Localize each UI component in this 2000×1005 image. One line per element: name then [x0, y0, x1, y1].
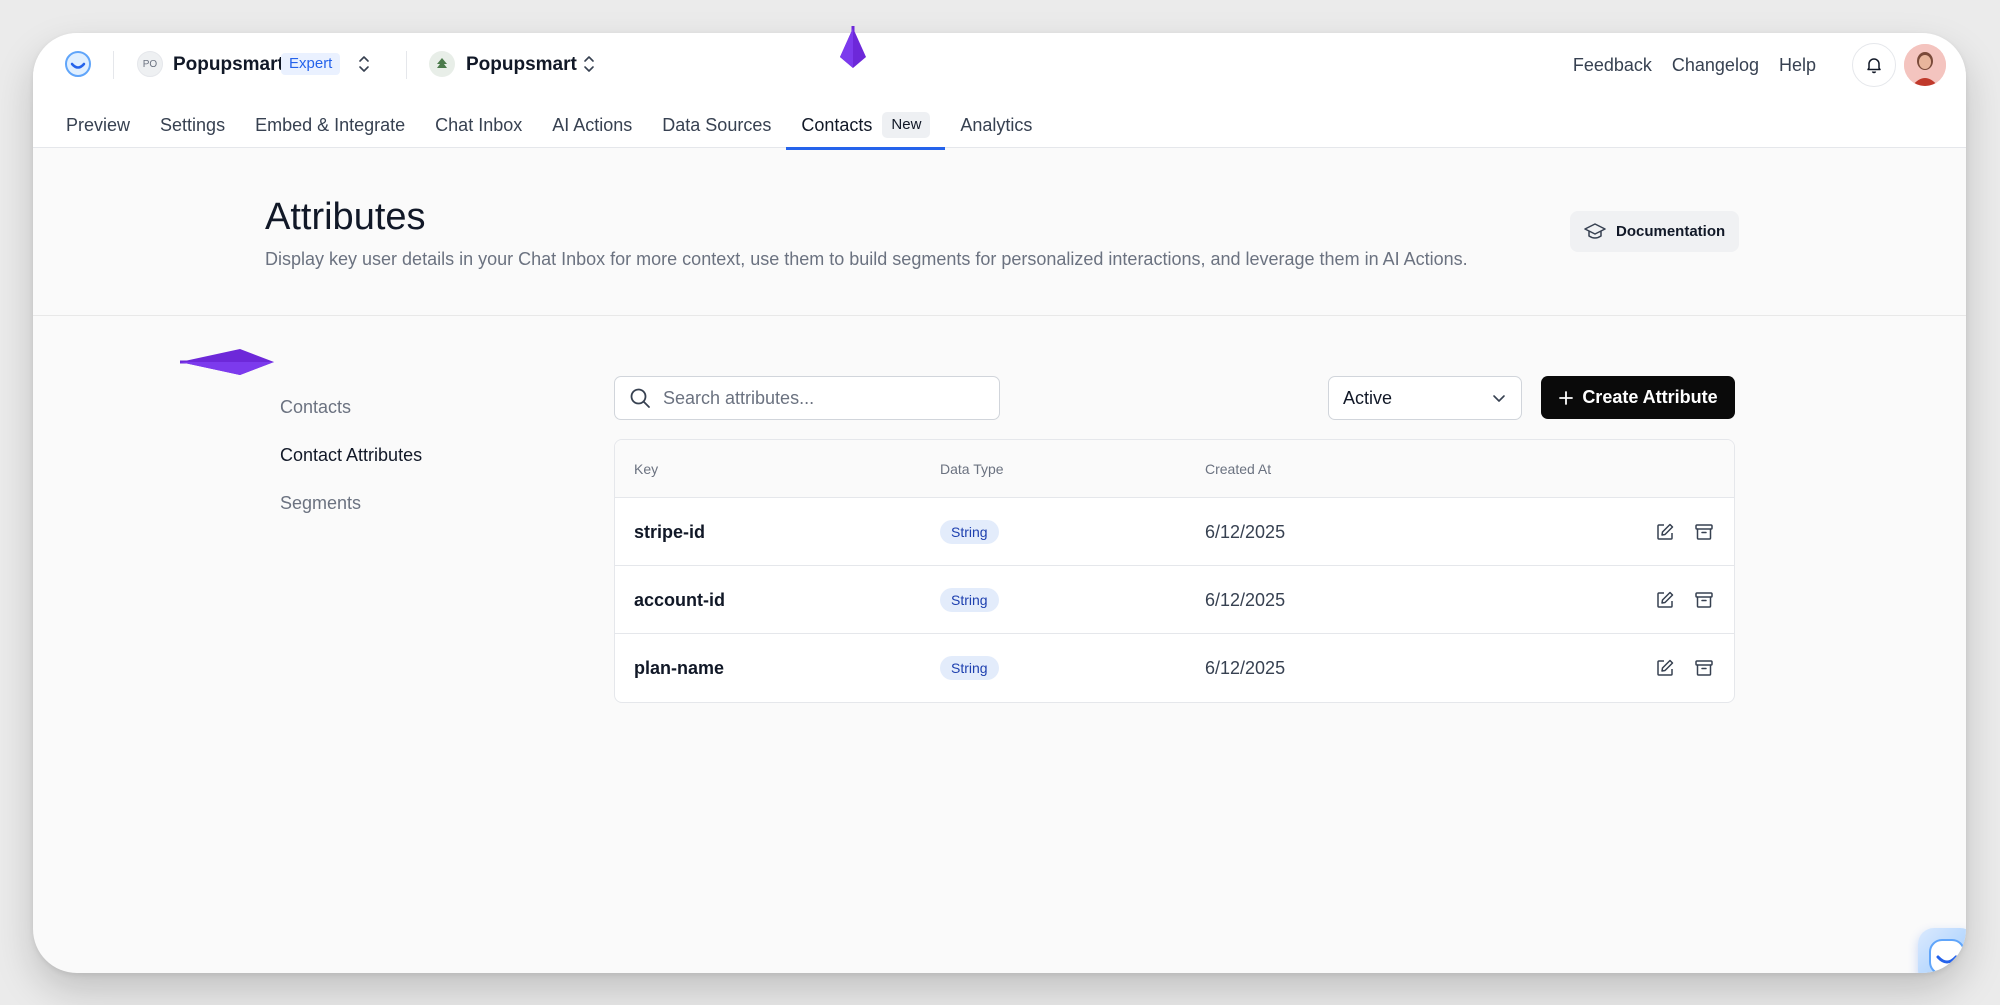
app-window: PO Popupsmart Expert Popupsmart Feedback…	[33, 33, 1966, 973]
tab-analytics[interactable]: Analytics	[945, 101, 1047, 148]
status-filter-select[interactable]: Active	[1328, 376, 1522, 420]
help-link[interactable]: Help	[1779, 51, 1816, 79]
tab-label: Embed & Integrate	[255, 114, 406, 135]
project-name[interactable]: Popupsmart	[466, 52, 577, 78]
created-at: 6/12/2025	[1205, 522, 1286, 542]
table-row: stripe-id String 6/12/2025	[615, 498, 1734, 566]
archive-icon[interactable]	[1694, 658, 1714, 678]
top-header: PO Popupsmart Expert Popupsmart Feedback…	[33, 33, 1966, 150]
create-attribute-label: Create Attribute	[1582, 387, 1718, 407]
search-input[interactable]	[663, 387, 983, 409]
table-row: account-id String 6/12/2025	[615, 566, 1734, 634]
attributes-table: Key Data Type Created At stripe-id Strin…	[614, 439, 1735, 703]
status-filter-value: Active	[1343, 387, 1393, 408]
data-type-badge: String	[940, 520, 999, 544]
documentation-button[interactable]: Documentation	[1570, 211, 1740, 252]
graduation-cap-icon	[1584, 222, 1606, 239]
notifications-button[interactable]	[1852, 43, 1896, 87]
feedback-link[interactable]: Feedback	[1573, 51, 1652, 79]
data-type-badge: String	[940, 656, 999, 680]
search-box	[614, 376, 1000, 420]
side-nav: Contacts Contact Attributes Segments	[280, 383, 422, 527]
workspace-avatar[interactable]: PO	[137, 51, 163, 77]
documentation-label: Documentation	[1616, 223, 1726, 240]
chevron-down-icon	[1493, 395, 1505, 402]
edit-icon[interactable]	[1655, 590, 1675, 610]
new-badge: New	[882, 111, 931, 138]
user-avatar[interactable]	[1904, 44, 1946, 86]
header-divider	[113, 51, 114, 79]
side-item-contacts[interactable]: Contacts	[280, 383, 422, 431]
changelog-link[interactable]: Changelog	[1672, 51, 1759, 79]
page-description: Display key user details in your Chat In…	[265, 249, 1468, 269]
user-photo	[1904, 44, 1946, 86]
chat-widget-button[interactable]	[1918, 928, 1966, 973]
tab-label: Settings	[160, 114, 226, 135]
column-header-created-at: Created At	[1205, 461, 1272, 477]
side-item-segments[interactable]: Segments	[280, 479, 422, 527]
attribute-key: account-id	[634, 590, 726, 610]
attribute-key: stripe-id	[634, 522, 706, 542]
tab-label: Data Sources	[662, 114, 772, 135]
column-header-key: Key	[634, 461, 659, 477]
tab-label: Preview	[66, 114, 131, 135]
search-icon	[630, 388, 650, 408]
updown-chevron-icon[interactable]	[582, 53, 596, 75]
tab-data-sources[interactable]: Data Sources	[647, 101, 786, 148]
tab-label: Contacts	[801, 114, 873, 135]
plus-icon	[1559, 390, 1574, 405]
logo-icon[interactable]	[64, 50, 92, 78]
updown-chevron-icon[interactable]	[357, 53, 371, 75]
tab-preview[interactable]: Preview	[51, 101, 145, 148]
create-attribute-button[interactable]: Create Attribute	[1541, 376, 1735, 419]
attribute-key: plan-name	[634, 658, 725, 678]
tree-icon	[437, 58, 447, 68]
created-at: 6/12/2025	[1205, 658, 1286, 678]
main-tabs: Preview Settings Embed & Integrate Chat …	[51, 101, 1047, 150]
project-avatar[interactable]	[429, 51, 455, 77]
plan-badge: Expert	[281, 53, 341, 75]
data-type-badge: String	[940, 588, 999, 612]
side-item-contact-attributes[interactable]: Contact Attributes	[280, 431, 422, 479]
annotation-arrow-down	[840, 26, 866, 68]
tab-contacts[interactable]: Contacts New	[786, 101, 946, 150]
annotation-arrow-right	[180, 349, 274, 375]
workspace-name[interactable]: Popupsmart	[173, 52, 284, 78]
header-divider	[406, 51, 407, 79]
bell-icon	[1867, 58, 1881, 74]
archive-icon[interactable]	[1694, 522, 1714, 542]
column-header-data-type: Data Type	[940, 461, 1004, 477]
table-header: Key Data Type Created At	[615, 440, 1734, 498]
chat-bubble-icon	[1929, 939, 1965, 973]
page-title: Attributes	[265, 196, 426, 238]
archive-icon[interactable]	[1694, 590, 1714, 610]
tab-embed-integrate[interactable]: Embed & Integrate	[240, 101, 420, 148]
table-row: plan-name String 6/12/2025	[615, 634, 1734, 702]
edit-icon[interactable]	[1655, 522, 1675, 542]
tab-label: Analytics	[960, 114, 1033, 135]
tab-label: Chat Inbox	[435, 114, 523, 135]
tab-label: AI Actions	[552, 114, 633, 135]
edit-icon[interactable]	[1655, 658, 1675, 678]
tab-ai-actions[interactable]: AI Actions	[537, 101, 647, 148]
header-links: Feedback Changelog Help	[1573, 51, 1816, 79]
page-header: Attributes Display key user details in y…	[33, 148, 1966, 316]
tab-settings[interactable]: Settings	[145, 101, 240, 148]
tab-chat-inbox[interactable]: Chat Inbox	[420, 101, 537, 148]
created-at: 6/12/2025	[1205, 590, 1286, 610]
